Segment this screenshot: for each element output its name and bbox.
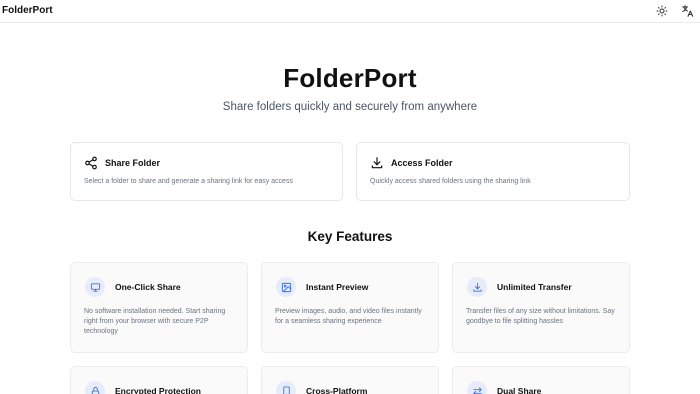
- monitor-icon: [85, 277, 105, 297]
- smartphone-icon: [276, 381, 296, 394]
- access-folder-card[interactable]: Access Folder Quickly access shared fold…: [356, 142, 630, 201]
- image-icon: [276, 277, 296, 297]
- key-features-heading: Key Features: [307, 229, 393, 244]
- feature-title: Instant Preview: [306, 282, 369, 292]
- feature-title: Encrypted Protection: [115, 386, 201, 394]
- feature-description: Preview images, audio, and video files i…: [275, 308, 422, 325]
- share-folder-card[interactable]: Share Folder Select a folder to share an…: [70, 142, 343, 201]
- feature-card-dual-share: Dual Share: [452, 366, 630, 394]
- feature-description: Transfer files of any size without limit…: [466, 308, 615, 325]
- download-icon: [467, 277, 487, 297]
- share-icon: [85, 156, 97, 170]
- translate-icon[interactable]: [680, 3, 696, 19]
- page-subtitle: Share folders quickly and securely from …: [222, 101, 478, 113]
- arrows-exchange-icon: [467, 381, 487, 394]
- share-folder-description: Select a folder to share and generate a …: [84, 178, 293, 185]
- feature-card-instant-preview: Instant Preview Preview images, audio, a…: [261, 262, 439, 353]
- top-bar: FolderPort: [0, 0, 700, 23]
- feature-card-cross-platform: Cross-Platform: [261, 366, 439, 394]
- feature-card-unlimited-transfer: Unlimited Transfer Transfer files of any…: [452, 262, 630, 353]
- feature-card-one-click-share: One-Click Share No software installation…: [70, 262, 248, 353]
- sun-icon[interactable]: [654, 3, 670, 19]
- access-folder-description: Quickly access shared folders using the …: [370, 178, 531, 185]
- share-folder-title: Share Folder: [105, 158, 161, 168]
- page-title: FolderPort: [283, 63, 417, 93]
- feature-title: One-Click Share: [115, 282, 181, 292]
- access-folder-title: Access Folder: [391, 158, 453, 168]
- brand-name[interactable]: FolderPort: [2, 5, 53, 16]
- lock-icon: [85, 381, 105, 394]
- feature-title: Unlimited Transfer: [497, 282, 572, 292]
- download-icon: [371, 157, 383, 169]
- feature-card-encrypted-protection: Encrypted Protection: [70, 366, 248, 394]
- feature-title: Cross-Platform: [306, 386, 368, 394]
- feature-description: No software installation needed. Start s…: [84, 308, 226, 335]
- feature-title: Dual Share: [497, 386, 542, 394]
